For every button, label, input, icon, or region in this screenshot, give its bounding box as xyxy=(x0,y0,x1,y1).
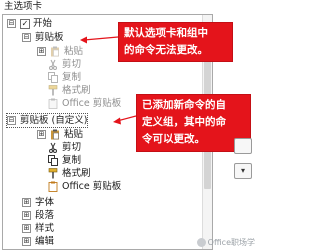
tree-node-label: 格式刷 xyxy=(62,168,91,179)
tree-node-label: 剪贴板 (自定义) xyxy=(20,115,88,126)
expand-toggle[interactable]: ⊞ xyxy=(37,47,46,56)
tree-node-paste[interactable]: ⊞ 粘贴 xyxy=(37,45,83,58)
tree-node-start[interactable]: ⊟ ✓ 开始 xyxy=(7,17,52,30)
paste-icon xyxy=(50,46,60,57)
tree-node-clipboard[interactable]: ⊟ 剪贴板 xyxy=(22,31,64,44)
collapse-toggle[interactable]: ⊟ xyxy=(7,19,16,28)
tree-node-label: 编辑 xyxy=(35,236,55,247)
tree-node-custom-copy[interactable]: 复制 xyxy=(48,154,81,167)
tree-node-label: 剪贴板 xyxy=(35,32,64,43)
tree-node-paragraph[interactable]: ⊞ 段落 xyxy=(22,209,54,222)
main-tabs-title: 主选项卡 xyxy=(4,1,43,12)
tree-node-label: 格式刷 xyxy=(62,85,91,96)
callout-line: 已添加新命令的自 xyxy=(142,99,226,111)
tree-node-label: 样式 xyxy=(35,223,55,234)
tree-node-label: 粘贴 xyxy=(64,46,84,57)
expand-toggle[interactable]: ⊞ xyxy=(22,224,31,233)
collapse-toggle[interactable]: ⊟ xyxy=(7,116,16,125)
tree-node-format-painter[interactable]: 格式刷 xyxy=(48,84,91,97)
tree-node-font[interactable]: ⊞ 字体 xyxy=(22,196,54,209)
start-checkbox[interactable]: ✓ xyxy=(20,18,30,29)
tree-node-label: 复制 xyxy=(62,155,82,166)
tree-node-editing[interactable]: ⊞ 编辑 xyxy=(22,235,54,248)
office-clipboard-icon xyxy=(48,98,58,109)
copy-icon xyxy=(48,72,58,83)
callout-line: 的命令无法更改。 xyxy=(124,44,208,56)
collapse-toggle[interactable]: ⊟ xyxy=(22,33,31,42)
tree-node-custom-office-clipboard[interactable]: Office 剪贴板 xyxy=(48,180,121,193)
office-clipboard-icon xyxy=(48,181,58,192)
callout-line: 令可以更改。 xyxy=(142,133,205,145)
tree-node-custom-format-painter[interactable]: 格式刷 xyxy=(48,167,91,180)
expand-toggle[interactable]: ⊞ xyxy=(22,237,31,246)
tree-node-custom-paste[interactable]: ⊞ 粘贴 xyxy=(37,128,83,141)
expand-toggle[interactable]: ⊞ xyxy=(37,130,46,139)
tree-node-label: 段落 xyxy=(35,210,55,221)
watermark: Office职场学 xyxy=(196,237,255,248)
tree-node-label: 复制 xyxy=(62,72,82,83)
move-up-button[interactable] xyxy=(234,138,252,154)
tree-node-custom-clipboard[interactable]: ⊟ 剪贴板 (自定义) xyxy=(5,113,89,128)
tree-node-copy[interactable]: 复制 xyxy=(48,71,81,84)
move-down-button[interactable]: ▾ xyxy=(234,163,252,179)
main-tabs-header: 主选项卡 xyxy=(0,0,259,14)
tree-node-custom-cut[interactable]: 剪切 xyxy=(48,141,81,154)
watermark-text: Office职场学 xyxy=(207,238,255,247)
expand-toggle[interactable]: ⊞ xyxy=(22,211,31,220)
tree-node-label: Office 剪贴板 xyxy=(62,181,122,192)
tree-node-cut[interactable]: 剪切 xyxy=(48,58,81,71)
tree-node-label: 粘贴 xyxy=(64,129,84,140)
watermark-logo-icon xyxy=(196,238,206,247)
tree-node-label: 剪切 xyxy=(62,59,82,70)
expand-toggle[interactable]: ⊞ xyxy=(22,198,31,207)
cut-icon xyxy=(48,142,58,153)
tree-node-label: 开始 xyxy=(33,18,53,29)
paste-icon xyxy=(50,129,60,140)
callout-line: 定义组，其中的命 xyxy=(142,116,226,128)
tree-node-label: Office 剪贴板 xyxy=(62,98,122,109)
copy-icon xyxy=(48,155,58,166)
format-painter-icon xyxy=(48,168,58,179)
cut-icon xyxy=(48,59,58,70)
callout-default-groups: 默认选项卡和组中 的命令无法更改。 xyxy=(118,22,233,62)
chevron-down-icon: ▾ xyxy=(240,166,245,175)
callout-line: 默认选项卡和组中 xyxy=(124,27,208,39)
tree-node-label: 剪切 xyxy=(62,142,82,153)
format-painter-icon xyxy=(48,85,58,96)
tree-node-styles[interactable]: ⊞ 样式 xyxy=(22,222,54,235)
tree-node-office-clipboard[interactable]: Office 剪贴板 xyxy=(48,97,121,110)
tree-node-label: 字体 xyxy=(35,197,55,208)
